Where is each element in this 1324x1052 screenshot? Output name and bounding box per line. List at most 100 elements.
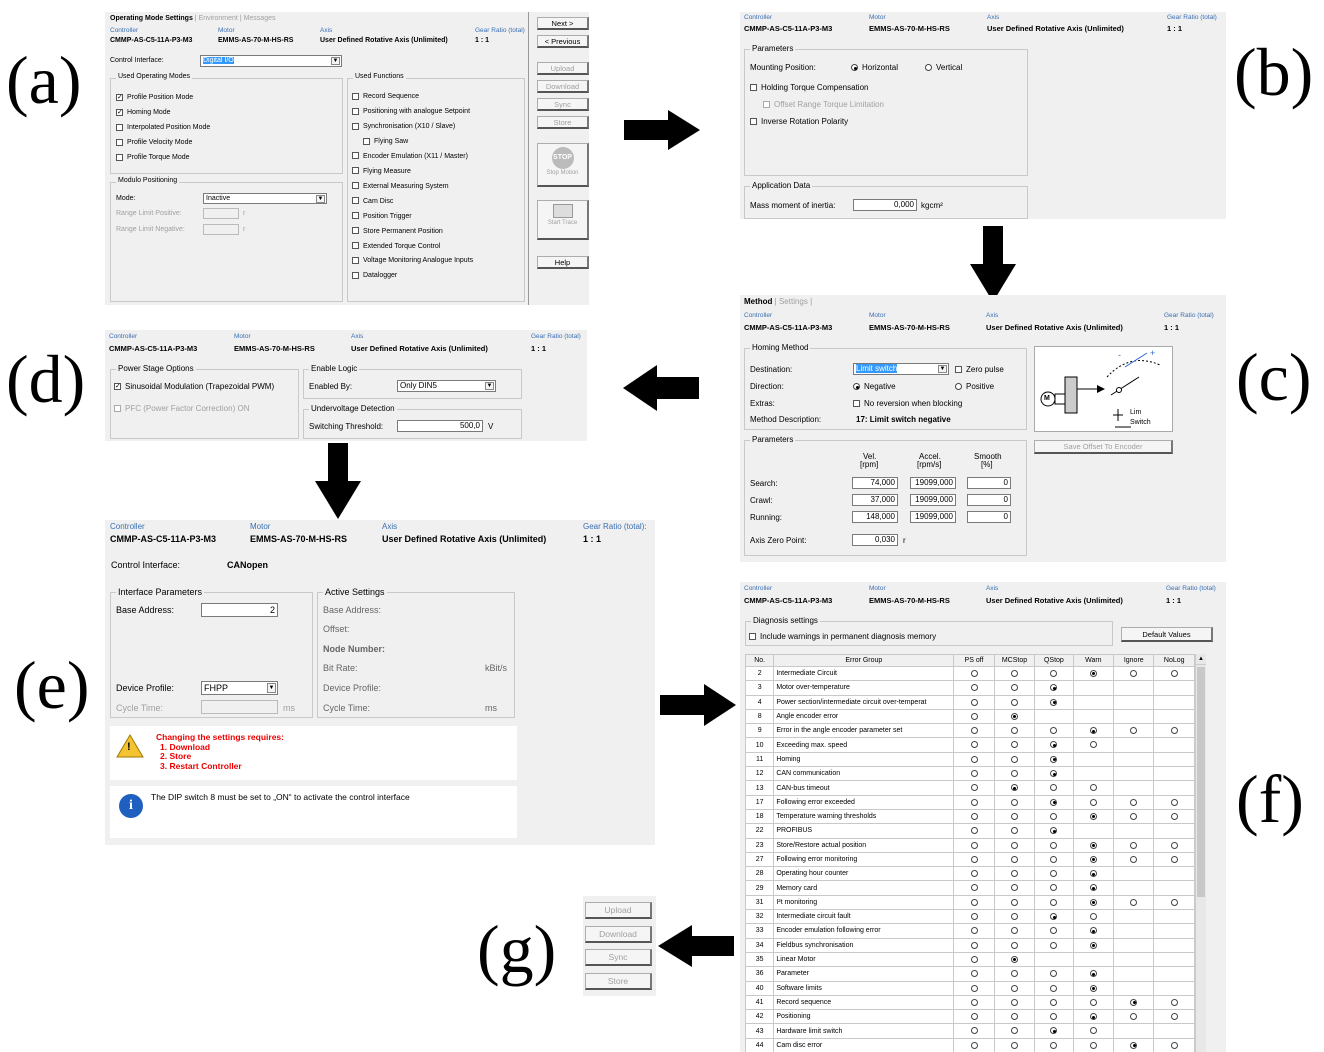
reaction-cell[interactable] [953, 994, 995, 1011]
reaction-cell[interactable] [1034, 866, 1074, 882]
mode-checkbox[interactable]: Homing Mode [116, 105, 210, 120]
radio-icon[interactable] [1010, 1041, 1018, 1049]
axis-zero-input[interactable]: 0,030 [852, 534, 898, 546]
radio-icon[interactable] [970, 798, 978, 806]
radio-icon[interactable] [1050, 855, 1058, 863]
sinusoidal-checkbox[interactable]: Sinusoidal Modulation (Trapezoidal PWM) [114, 382, 274, 391]
reaction-cell[interactable] [953, 808, 995, 825]
radio-icon[interactable] [1050, 669, 1058, 677]
device-profile-select[interactable]: FHPP ▼ [201, 681, 278, 695]
radio-icon[interactable] [1050, 927, 1058, 935]
radio-icon[interactable] [970, 755, 978, 763]
function-checkbox[interactable]: Position Trigger [352, 210, 473, 225]
reaction-cell[interactable] [993, 866, 1036, 882]
reaction-cell[interactable] [1113, 837, 1155, 853]
radio-icon[interactable] [970, 741, 978, 749]
reaction-cell[interactable] [1072, 880, 1115, 896]
chevron-down-icon[interactable]: ▼ [316, 195, 325, 203]
reaction-cell[interactable] [953, 1037, 995, 1052]
help-button[interactable]: Help [537, 256, 589, 269]
reaction-cell[interactable] [953, 780, 995, 796]
reaction-cell[interactable] [993, 766, 1036, 782]
radio-icon[interactable] [1130, 1041, 1138, 1049]
search-vel-input[interactable]: 74,000 [852, 477, 898, 489]
radio-icon[interactable] [970, 1027, 978, 1035]
reaction-cell[interactable] [1072, 937, 1115, 953]
radio-icon[interactable] [970, 913, 978, 921]
reaction-cell[interactable] [1034, 694, 1074, 710]
reaction-cell[interactable] [1113, 1009, 1155, 1025]
radio-icon[interactable] [970, 698, 978, 706]
reaction-cell[interactable] [993, 880, 1036, 896]
reaction-cell[interactable] [953, 708, 995, 725]
reaction-cell[interactable] [953, 1009, 995, 1025]
radio-icon[interactable] [1010, 770, 1018, 778]
radio-icon[interactable] [970, 927, 978, 935]
radio-icon[interactable] [1050, 755, 1058, 763]
mode-checkbox[interactable]: Profile Torque Mode [116, 150, 210, 165]
radio-icon[interactable] [1089, 812, 1097, 820]
mode-checkbox[interactable]: Profile Velocity Mode [116, 135, 210, 150]
radio-icon[interactable] [970, 727, 978, 735]
radio-icon[interactable] [1050, 1041, 1058, 1049]
chevron-down-icon[interactable]: ▼ [485, 382, 494, 390]
mass-input[interactable]: 0,000 [853, 199, 917, 211]
radio-icon[interactable] [1130, 812, 1138, 820]
radio-icon[interactable] [1010, 955, 1018, 963]
no-reversion-checkbox[interactable]: No reversion when blocking [853, 399, 962, 408]
reaction-cell[interactable] [1153, 851, 1195, 868]
reaction-cell[interactable] [953, 680, 995, 696]
radio-icon[interactable] [1170, 727, 1178, 735]
radio-icon[interactable] [1010, 784, 1018, 792]
radio-icon[interactable] [1050, 698, 1058, 706]
reaction-cell[interactable] [1072, 780, 1115, 796]
reaction-cell[interactable] [1072, 808, 1115, 825]
reaction-cell[interactable] [1034, 966, 1074, 982]
column-header[interactable]: PS off [953, 654, 995, 667]
column-header[interactable]: No. [744, 654, 775, 667]
reaction-cell[interactable] [1072, 723, 1115, 739]
radio-icon[interactable] [970, 784, 978, 792]
previous-button[interactable]: < Previous [537, 35, 589, 48]
store-button[interactable]: Store [537, 116, 589, 129]
radio-icon[interactable] [1050, 727, 1058, 735]
save-offset-button[interactable]: Save Offset To Encoder [1034, 440, 1173, 454]
radio-icon[interactable] [970, 955, 978, 963]
radio-icon[interactable] [1010, 1013, 1018, 1021]
radio-icon[interactable] [1010, 870, 1018, 878]
scrollbar[interactable]: ▲ [1195, 654, 1206, 1052]
include-warnings-checkbox[interactable]: Include warnings in permanent diagnosis … [749, 632, 936, 641]
radio-icon[interactable] [1170, 669, 1178, 677]
radio-icon[interactable] [970, 984, 978, 992]
reaction-cell[interactable] [953, 823, 995, 839]
radio-icon[interactable] [1050, 812, 1058, 820]
holding-checkbox[interactable]: Holding Torque Compensation [750, 83, 868, 92]
radio-icon[interactable] [970, 998, 978, 1006]
radio-icon[interactable] [1089, 970, 1097, 978]
reaction-cell[interactable] [1034, 923, 1074, 939]
reaction-cell[interactable] [993, 680, 1036, 696]
search-smooth-input[interactable]: 0 [967, 477, 1011, 489]
radio-icon[interactable] [1130, 898, 1138, 906]
radio-icon[interactable] [1010, 798, 1018, 806]
reaction-cell[interactable] [1113, 665, 1155, 682]
reaction-cell[interactable] [953, 737, 995, 753]
destination-select[interactable]: Limit switch ▼ [853, 363, 949, 375]
radio-icon[interactable] [1010, 855, 1018, 863]
mode-checkbox[interactable]: Profile Position Mode [116, 90, 210, 105]
reaction-cell[interactable] [993, 937, 1036, 953]
radio-icon[interactable] [1050, 998, 1058, 1006]
offset-checkbox[interactable]: Offset Range Torque Limitation [763, 100, 884, 109]
reaction-cell[interactable] [1034, 665, 1074, 682]
radio-icon[interactable] [1130, 798, 1138, 806]
radio-icon[interactable] [970, 898, 978, 906]
radio-icon[interactable] [1050, 913, 1058, 921]
reaction-cell[interactable] [1034, 994, 1074, 1011]
radio-icon[interactable] [1010, 812, 1018, 820]
reaction-cell[interactable] [1113, 1037, 1155, 1052]
reaction-cell[interactable] [953, 794, 995, 810]
radio-icon[interactable] [970, 684, 978, 692]
radio-icon[interactable] [1130, 669, 1138, 677]
radio-icon[interactable] [1050, 970, 1058, 978]
tab-settings[interactable]: Settings [779, 297, 808, 306]
